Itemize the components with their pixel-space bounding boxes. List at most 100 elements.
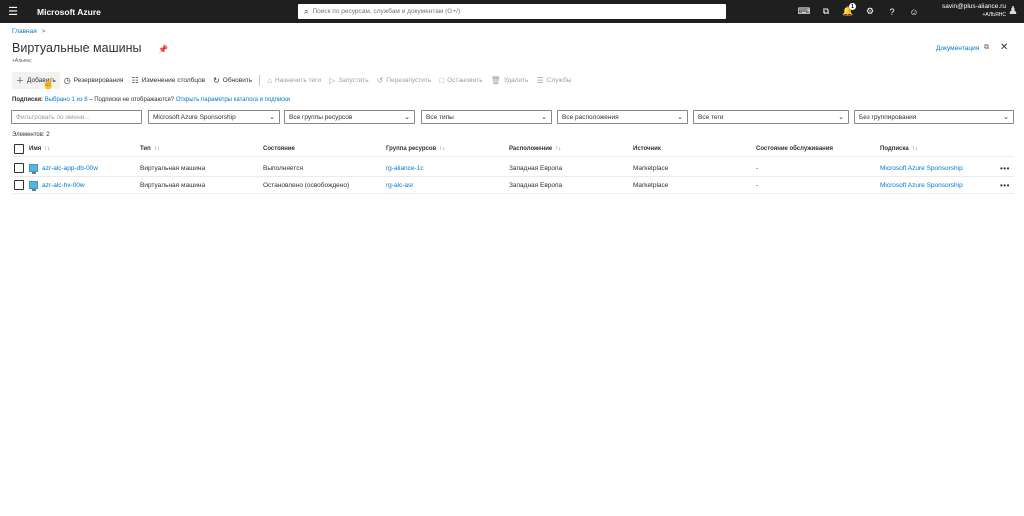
help-icon[interactable]: ? bbox=[881, 0, 903, 23]
more-actions-icon[interactable]: ••• bbox=[1000, 160, 1010, 176]
global-search[interactable]: ⌕ bbox=[298, 4, 726, 19]
grouping-value: Без группирования bbox=[859, 113, 917, 121]
vm-source: Marketplace bbox=[633, 164, 669, 172]
play-icon: ▷ bbox=[329, 76, 336, 85]
refresh-icon: ↻ bbox=[213, 76, 220, 85]
resource-group-link[interactable]: rg-aliance-1c bbox=[386, 160, 424, 176]
stop-label: Остановить bbox=[447, 77, 483, 84]
avatar-icon[interactable]: ♟ bbox=[1008, 4, 1020, 19]
toolbar-divider bbox=[259, 75, 261, 86]
column-location-label: Расположение bbox=[509, 146, 553, 152]
chevron-down-icon: ⌄ bbox=[541, 114, 547, 121]
vm-maintenance: - bbox=[756, 164, 759, 172]
page-subtitle: +Альянс bbox=[12, 58, 32, 64]
directory-settings-link[interactable]: Открыть параметры каталога и подписки bbox=[176, 97, 290, 103]
subscription-link[interactable]: Microsoft Azure Sponsorship bbox=[880, 177, 963, 193]
vm-name-link[interactable]: azr-alc-hv-00w bbox=[29, 177, 85, 193]
command-bar: ＋ Добавить ◷ Резервирования ☷ Изменение сто… bbox=[12, 72, 575, 89]
table-row[interactable]: azr-alc-app-db-00w Виртуальная машина Вы… bbox=[12, 160, 1014, 177]
chevron-down-icon: ⌄ bbox=[404, 114, 410, 121]
plus-icon: ＋ bbox=[16, 76, 24, 85]
page-title: Виртуальные машины bbox=[12, 41, 142, 55]
edit-columns-button[interactable]: ☷ Изменение столбцов bbox=[127, 72, 209, 89]
resource-group-filter-value: Все группы ресурсов bbox=[289, 113, 353, 121]
feedback-icon[interactable]: ☺ bbox=[903, 0, 925, 23]
pin-icon[interactable]: 📌 bbox=[158, 45, 168, 54]
notifications-icon[interactable]: 🔔 1 bbox=[837, 0, 859, 23]
services-button[interactable]: ☰ Службы bbox=[533, 72, 576, 89]
clock-icon: ◷ bbox=[63, 76, 71, 85]
resource-group-link[interactable]: rg-alc-asr bbox=[386, 177, 413, 193]
row-checkbox[interactable] bbox=[14, 180, 24, 190]
column-subscription[interactable]: Подписка ↑↓ bbox=[880, 142, 918, 156]
menu-icon[interactable]: ☰ bbox=[0, 0, 26, 23]
account-email: savin@plus-aliance.ru bbox=[941, 3, 1006, 10]
row-checkbox[interactable] bbox=[14, 163, 24, 173]
table-header: Имя ↑↓ Тип ↑↓ Состояние Группа ресурсов ↑↓ … bbox=[12, 142, 1014, 157]
hand-cursor-icon: ☝ bbox=[42, 79, 55, 90]
resource-group-filter[interactable]: Все группы ресурсов ⌄ bbox=[284, 110, 415, 124]
column-subscription-label: Подписка bbox=[880, 146, 909, 152]
chevron-down-icon: ⌄ bbox=[677, 114, 683, 121]
settings-icon[interactable]: ⚙ bbox=[859, 0, 881, 23]
stop-button[interactable]: □ Остановить bbox=[435, 72, 486, 89]
cloud-shell-icon[interactable]: ⌨ bbox=[793, 0, 815, 23]
column-maintenance[interactable]: Состояние обслуживания bbox=[756, 142, 833, 156]
column-source[interactable]: Источник bbox=[633, 142, 661, 156]
column-status-label: Состояние bbox=[263, 146, 295, 152]
vm-location: Западная Европа bbox=[509, 164, 563, 172]
column-type-label: Тип bbox=[140, 146, 151, 152]
subscriptions-label: Подписки: bbox=[12, 97, 44, 103]
services-label: Службы bbox=[546, 77, 572, 84]
select-all-checkbox[interactable] bbox=[14, 144, 24, 154]
search-icon: ⌕ bbox=[304, 6, 309, 16]
columns-icon: ☷ bbox=[131, 76, 139, 85]
chevron-down-icon: ⌄ bbox=[1003, 114, 1009, 121]
refresh-button[interactable]: ↻ Обновить bbox=[209, 72, 256, 89]
subscription-info: Подписки: Выбрано 1 из 8 – Подписки не о… bbox=[12, 97, 290, 103]
vm-type: Виртуальная машина bbox=[140, 164, 206, 172]
reservations-label: Резервирования bbox=[73, 77, 124, 84]
location-filter[interactable]: Все расположения ⌄ bbox=[557, 110, 688, 124]
top-bar: ☰ Microsoft Azure ⌕ ⌨ ⧉ 🔔1 ⚙ ? ☺ savin@p… bbox=[0, 0, 1024, 23]
assign-tags-button[interactable]: ⌂ Назначить теги bbox=[263, 72, 325, 89]
refresh-label: Обновить bbox=[222, 77, 253, 84]
select-all-cell bbox=[14, 142, 24, 156]
vm-type: Виртуальная машина bbox=[140, 181, 206, 189]
column-status[interactable]: Состояние bbox=[263, 142, 295, 156]
directory-filter-icon[interactable]: ⧉ bbox=[815, 0, 837, 23]
grouping-select[interactable]: Без группирования ⌄ bbox=[854, 110, 1014, 124]
delete-button[interactable]: 🗑 Удалить bbox=[487, 72, 533, 89]
vm-name: azr-alc-app-db-00w bbox=[42, 164, 98, 172]
column-type[interactable]: Тип ↑↓ bbox=[140, 142, 160, 156]
row-select-cell bbox=[14, 177, 24, 193]
edit-columns-label: Изменение столбцов bbox=[141, 77, 206, 84]
account-menu[interactable]: savin@plus-aliance.ru +АЛЬЯНС bbox=[942, 3, 1006, 19]
column-resource-group[interactable]: Группа ресурсов ↑↓ bbox=[386, 142, 445, 156]
item-count: Элементов: 2 bbox=[12, 132, 50, 138]
sort-icon: ↑↓ bbox=[911, 146, 918, 152]
brand-title[interactable]: Microsoft Azure bbox=[37, 7, 101, 17]
documentation-link[interactable]: Документация bbox=[936, 45, 979, 52]
assign-tags-label: Назначить теги bbox=[275, 77, 322, 84]
start-button[interactable]: ▷ Запустить bbox=[325, 72, 373, 89]
subscriptions-selected-link[interactable]: Выбрано 1 из 8 bbox=[45, 97, 88, 103]
restart-button[interactable]: ↺ Перезапустить bbox=[373, 72, 436, 89]
external-link-icon[interactable]: ⧉ bbox=[984, 44, 989, 52]
subscription-filter[interactable]: Microsoft Azure Sponsorship ⌄ bbox=[148, 110, 280, 124]
more-actions-icon[interactable]: ••• bbox=[1000, 177, 1010, 193]
vm-status: Выполняется bbox=[263, 164, 303, 172]
column-name[interactable]: Имя ↑↓ bbox=[29, 142, 50, 156]
tag-filter[interactable]: Все теги ⌄ bbox=[693, 110, 849, 124]
breadcrumb-home[interactable]: Главная bbox=[12, 28, 37, 35]
sort-icon: ↑↓ bbox=[439, 146, 446, 152]
reservations-button[interactable]: ◷ Резервирования bbox=[60, 72, 128, 89]
search-input[interactable] bbox=[312, 8, 713, 15]
close-icon[interactable]: ✕ bbox=[1000, 42, 1008, 53]
vm-name-link[interactable]: azr-alc-app-db-00w bbox=[29, 160, 98, 176]
name-filter-input[interactable]: Фильтровать по имени... bbox=[11, 110, 142, 124]
type-filter[interactable]: Все типы ⌄ bbox=[421, 110, 552, 124]
subscription-link[interactable]: Microsoft Azure Sponsorship bbox=[880, 160, 963, 176]
table-row[interactable]: azr-alc-hv-00w Виртуальная машина Остано… bbox=[12, 177, 1014, 194]
column-location[interactable]: Расположение ↑↓ bbox=[509, 142, 561, 156]
